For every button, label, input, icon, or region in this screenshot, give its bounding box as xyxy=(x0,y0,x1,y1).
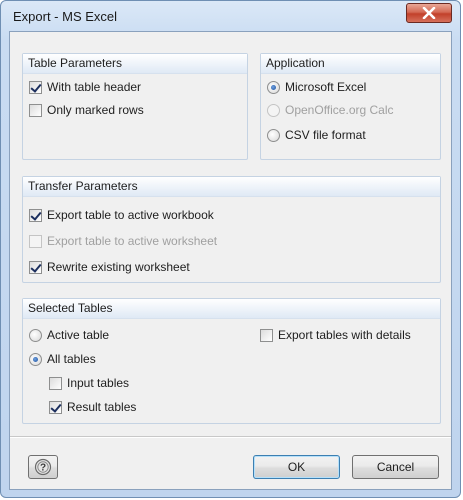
with-table-header-checkbox[interactable] xyxy=(29,80,42,94)
title-bar[interactable]: Export - MS Excel xyxy=(1,1,460,31)
microsoft-excel-label: Microsoft Excel xyxy=(285,80,367,94)
input-tables-checkbox[interactable] xyxy=(49,376,62,390)
application-title: Application xyxy=(266,56,325,70)
close-icon xyxy=(422,7,436,19)
export-dialog: Export - MS Excel Table Parameters With … xyxy=(0,0,461,498)
app-option-csv-file-format[interactable]: CSV file format xyxy=(267,126,366,144)
csv-file-format-radio[interactable] xyxy=(267,128,280,142)
window-title: Export - MS Excel xyxy=(13,9,118,24)
application-header: Application xyxy=(261,54,440,74)
active-table-radio[interactable] xyxy=(29,328,42,342)
with-table-header-label: With table header xyxy=(47,80,142,94)
export-to-workbook-checkbox[interactable] xyxy=(29,208,42,222)
export-to-worksheet-option: Export table to active worksheet xyxy=(29,232,217,250)
close-button[interactable] xyxy=(406,3,452,23)
input-tables-option[interactable]: Input tables xyxy=(49,374,129,392)
help-icon: ? xyxy=(34,458,52,476)
export-with-details-option[interactable]: Export tables with details xyxy=(260,326,411,344)
input-tables-label: Input tables xyxy=(67,376,130,390)
export-to-workbook-option[interactable]: Export table to active workbook xyxy=(29,206,214,224)
all-tables-radio[interactable] xyxy=(29,352,42,366)
table-parameters-group: Table Parameters With table header Only … xyxy=(22,53,248,160)
export-with-details-checkbox[interactable] xyxy=(260,328,273,342)
button-separator xyxy=(10,436,451,438)
active-table-label: Active table xyxy=(47,328,110,342)
table-parameters-header: Table Parameters xyxy=(23,54,247,74)
app-option-microsoft-excel[interactable]: Microsoft Excel xyxy=(267,78,366,96)
result-tables-option[interactable]: Result tables xyxy=(49,398,136,416)
export-to-workbook-label: Export table to active workbook xyxy=(47,208,214,222)
selected-tables-title: Selected Tables xyxy=(28,301,113,315)
only-marked-rows-label: Only marked rows xyxy=(47,103,144,117)
all-tables-label: All tables xyxy=(47,352,96,366)
export-to-worksheet-checkbox xyxy=(29,234,42,248)
active-table-option[interactable]: Active table xyxy=(29,326,109,344)
ok-button[interactable]: OK xyxy=(253,455,340,479)
dialog-client-area: Table Parameters With table header Only … xyxy=(9,31,452,490)
transfer-parameters-title: Transfer Parameters xyxy=(28,179,138,193)
microsoft-excel-radio[interactable] xyxy=(267,80,280,94)
export-to-worksheet-label: Export table to active worksheet xyxy=(47,234,218,248)
all-tables-option[interactable]: All tables xyxy=(29,350,96,368)
csv-file-format-label: CSV file format xyxy=(285,128,366,142)
result-tables-checkbox[interactable] xyxy=(49,400,62,414)
only-marked-rows-checkbox[interactable] xyxy=(29,103,42,117)
selected-tables-header: Selected Tables xyxy=(23,299,440,319)
svg-text:?: ? xyxy=(40,463,46,474)
openoffice-calc-radio xyxy=(267,103,280,117)
rewrite-worksheet-option[interactable]: Rewrite existing worksheet xyxy=(29,258,190,276)
transfer-parameters-group: Transfer Parameters Export table to acti… xyxy=(22,176,441,283)
help-button[interactable]: ? xyxy=(28,455,58,479)
openoffice-calc-label: OpenOffice.org Calc xyxy=(285,103,394,117)
table-parameters-title: Table Parameters xyxy=(28,56,123,70)
result-tables-label: Result tables xyxy=(67,400,137,414)
selected-tables-group: Selected Tables Active table All tables … xyxy=(22,298,441,424)
application-group: Application Microsoft Excel OpenOffice.o… xyxy=(260,53,441,160)
cancel-button[interactable]: Cancel xyxy=(352,455,439,479)
transfer-parameters-header: Transfer Parameters xyxy=(23,177,440,197)
with-table-header-option[interactable]: With table header xyxy=(29,78,141,96)
rewrite-worksheet-checkbox[interactable] xyxy=(29,260,42,274)
rewrite-worksheet-label: Rewrite existing worksheet xyxy=(47,260,190,274)
export-with-details-label: Export tables with details xyxy=(278,328,411,342)
only-marked-rows-option[interactable]: Only marked rows xyxy=(29,101,144,119)
app-option-openoffice-calc: OpenOffice.org Calc xyxy=(267,101,394,119)
